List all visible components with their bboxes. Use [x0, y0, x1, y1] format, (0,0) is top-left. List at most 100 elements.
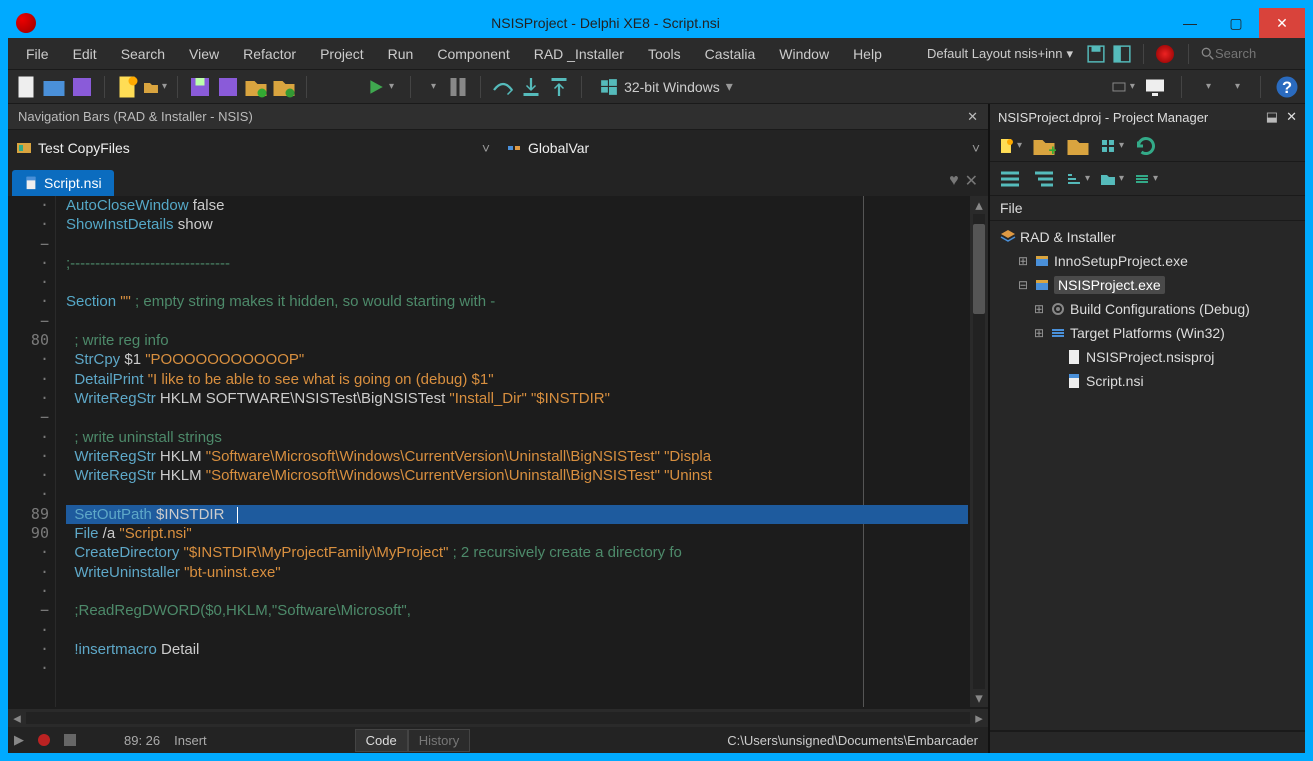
- pm-views-button[interactable]: [1100, 134, 1124, 158]
- tab-history[interactable]: History: [408, 729, 470, 752]
- pm-add-button[interactable]: +: [1032, 134, 1056, 158]
- forward-button[interactable]: ▾: [1225, 75, 1246, 99]
- code-area[interactable]: AutoCloseWindow false ShowInstDetails sh…: [66, 196, 968, 707]
- step-into-button[interactable]: [519, 75, 543, 99]
- pm-expand-button[interactable]: [998, 167, 1022, 191]
- svg-text:?: ?: [1282, 79, 1292, 97]
- pm-sync-button[interactable]: [1134, 134, 1158, 158]
- minimize-button[interactable]: —: [1167, 8, 1213, 38]
- vscroll-track[interactable]: [973, 214, 985, 689]
- maximize-button[interactable]: ▢: [1213, 8, 1259, 38]
- tree-item-build[interactable]: ⊞ Build Configurations (Debug): [998, 297, 1297, 321]
- open-project-button[interactable]: [143, 75, 167, 99]
- window-title: NSISProject - Delphi XE8 - Script.nsi: [44, 15, 1167, 31]
- search-input[interactable]: [1215, 46, 1285, 61]
- pm-sort-button[interactable]: [1066, 167, 1090, 191]
- monitor-button[interactable]: [1143, 75, 1167, 99]
- macro-record-button[interactable]: [38, 734, 50, 746]
- menu-project[interactable]: Project: [310, 42, 374, 66]
- pause-button[interactable]: [446, 75, 470, 99]
- menu-rad-installer[interactable]: RAD _Installer: [524, 42, 634, 66]
- menu-help[interactable]: Help: [843, 42, 892, 66]
- new-items-button[interactable]: [115, 75, 139, 99]
- expand-icon[interactable]: ⊞: [1032, 326, 1046, 340]
- editor-pane: Navigation Bars (RAD & Installer - NSIS)…: [8, 104, 989, 753]
- menu-search[interactable]: Search: [111, 42, 175, 66]
- expand-icon[interactable]: ⊞: [1016, 254, 1030, 268]
- menu-file[interactable]: File: [16, 42, 59, 66]
- macro-play-button[interactable]: ▶: [14, 732, 24, 748]
- pm-config-button[interactable]: [1134, 167, 1158, 191]
- save-layout-icon[interactable]: [1087, 45, 1105, 63]
- pin-button[interactable]: ⬓: [1266, 109, 1278, 125]
- status-bar: ▶ 89: 26 Insert Code History C:\Users\un…: [8, 727, 988, 753]
- menu-window[interactable]: Window: [769, 42, 839, 66]
- tree-item-inno-label: InnoSetupProject.exe: [1054, 253, 1188, 269]
- step-out-button[interactable]: [547, 75, 571, 99]
- tab-code[interactable]: Code: [355, 729, 408, 752]
- pm-new-button[interactable]: [998, 134, 1022, 158]
- tree-item-nsisproj[interactable]: NSISProject.nsisproj: [998, 345, 1297, 369]
- run-button[interactable]: ▾: [361, 75, 400, 99]
- title-bar[interactable]: NSISProject - Delphi XE8 - Script.nsi — …: [8, 8, 1305, 38]
- menu-refactor[interactable]: Refactor: [233, 42, 306, 66]
- expand-icon[interactable]: ⊞: [1032, 302, 1046, 316]
- nav-combo-section[interactable]: Test CopyFiles ˅: [8, 140, 498, 156]
- close-button[interactable]: ✕: [1259, 8, 1305, 38]
- file-icon: [24, 176, 38, 190]
- tree-item-inno[interactable]: ⊞ InnoSetupProject.exe: [998, 249, 1297, 273]
- layout-combo[interactable]: Default Layout nsis+inn▾: [923, 46, 1077, 62]
- save-as-button[interactable]: [216, 75, 240, 99]
- menu-castalia[interactable]: Castalia: [695, 42, 766, 66]
- layout-debug-icon[interactable]: [1113, 45, 1131, 63]
- new-button[interactable]: [14, 75, 38, 99]
- step-over-button[interactable]: [491, 75, 515, 99]
- scroll-down-button[interactable]: ▾: [970, 689, 988, 707]
- macro-stop-button[interactable]: [64, 734, 76, 746]
- collapse-icon[interactable]: ⊟: [1016, 278, 1030, 292]
- close-panel-button[interactable]: ✕: [1286, 109, 1297, 125]
- file-tab-scriptnsi[interactable]: Script.nsi: [12, 170, 114, 196]
- svg-text:+: +: [1049, 142, 1057, 158]
- tree-item-nsis-label: NSISProject.exe: [1054, 276, 1165, 294]
- status-file-path: C:\Users\unsigned\Documents\Embarcader: [727, 733, 982, 748]
- pm-remove-button[interactable]: [1066, 134, 1090, 158]
- pm-collapse-button[interactable]: [1032, 167, 1056, 191]
- editor-vscroll[interactable]: ▴ ▾: [970, 196, 988, 707]
- menu-view[interactable]: View: [179, 42, 229, 66]
- search-box[interactable]: [1197, 46, 1297, 61]
- scroll-up-button[interactable]: ▴: [970, 196, 988, 214]
- code-editor[interactable]: · · − · · · − 80 · · · − · · · · 89 90 ·…: [8, 196, 988, 727]
- cursor-position: 89: 26: [124, 733, 160, 748]
- save-all-button[interactable]: [188, 75, 212, 99]
- tree-root[interactable]: RAD & Installer: [998, 225, 1297, 249]
- nav-combo-var[interactable]: GlobalVar ˅: [498, 140, 988, 156]
- nav-close-button[interactable]: ✕: [967, 109, 978, 125]
- castalia-icon[interactable]: [1156, 45, 1174, 63]
- tree-item-target[interactable]: ⊞ Target Platforms (Win32): [998, 321, 1297, 345]
- scroll-right-button[interactable]: ▸: [970, 709, 988, 727]
- back-button[interactable]: ▾: [1196, 75, 1217, 99]
- menu-edit[interactable]: Edit: [63, 42, 107, 66]
- save-button[interactable]: [70, 75, 94, 99]
- menu-component[interactable]: Component: [427, 42, 519, 66]
- pin-tab-button[interactable]: ♥: [949, 172, 959, 190]
- platform-combo[interactable]: 32-bit Windows ▾: [592, 78, 741, 96]
- add-file-button[interactable]: [244, 75, 268, 99]
- menu-tools[interactable]: Tools: [638, 42, 691, 66]
- vscroll-thumb[interactable]: [973, 224, 985, 314]
- help-button[interactable]: ?: [1275, 75, 1299, 99]
- menu-run[interactable]: Run: [378, 42, 424, 66]
- remove-file-button[interactable]: [272, 75, 296, 99]
- run-nodebug-button[interactable]: ▾: [421, 75, 442, 99]
- device-combo[interactable]: [1111, 75, 1135, 99]
- tree-item-nsis[interactable]: ⊟ NSISProject.exe: [998, 273, 1297, 297]
- open-button[interactable]: [42, 75, 66, 99]
- scroll-left-button[interactable]: ◂: [8, 709, 26, 727]
- tree-item-script[interactable]: Script.nsi: [998, 369, 1297, 393]
- main-area: Navigation Bars (RAD & Installer - NSIS)…: [8, 104, 1305, 753]
- editor-hscroll[interactable]: ◂ ▸: [8, 709, 988, 727]
- close-tab-button[interactable]: ✕: [965, 171, 978, 191]
- hscroll-track[interactable]: [26, 712, 970, 724]
- pm-filter-button[interactable]: [1100, 167, 1124, 191]
